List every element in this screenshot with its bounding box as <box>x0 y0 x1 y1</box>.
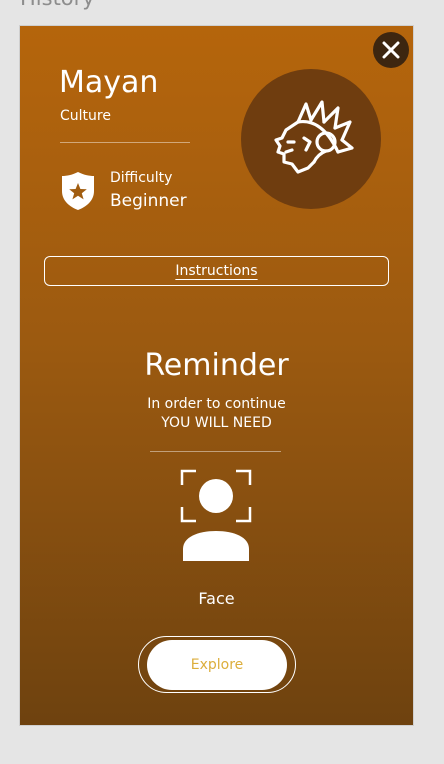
close-button[interactable] <box>373 32 409 68</box>
divider <box>150 451 281 452</box>
culture-modal: Mayan Culture Difficulty Beginner Instru… <box>19 25 414 726</box>
culture-title: Mayan <box>59 65 159 100</box>
face-scan-icon <box>180 469 252 561</box>
difficulty-value: Beginner <box>110 191 187 211</box>
culture-emblem <box>241 69 381 209</box>
mayan-headdress-icon <box>274 100 354 174</box>
requirement-label: Face <box>198 589 235 608</box>
reminder-requirement-text: YOU WILL NEED <box>161 415 272 431</box>
explore-button[interactable]: Explore <box>147 639 287 690</box>
culture-subtitle: Culture <box>60 108 111 124</box>
reminder-text: In order to continue <box>147 396 286 412</box>
instructions-button[interactable]: Instructions <box>44 256 389 286</box>
instructions-label: Instructions <box>175 263 258 279</box>
difficulty-label: Difficulty <box>110 170 173 186</box>
sheriff-badge-icon <box>62 172 94 210</box>
reminder-title: Reminder <box>144 348 289 383</box>
close-icon <box>382 41 400 59</box>
divider <box>60 142 190 143</box>
explore-button-ring: Explore <box>138 636 296 693</box>
page-heading: History <box>20 0 95 10</box>
